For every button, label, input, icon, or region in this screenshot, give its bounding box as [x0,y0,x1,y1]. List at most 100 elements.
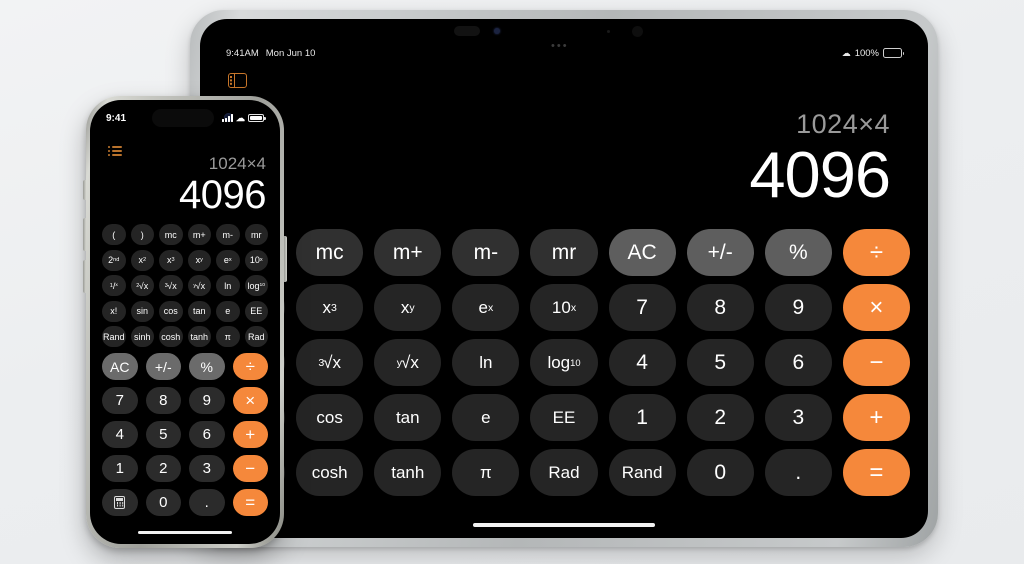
key-reciprocal[interactable]: 1/x [102,275,126,296]
key-square-root[interactable]: 2√x [130,275,154,296]
key-digit-4[interactable]: 4 [102,421,138,448]
action-button[interactable] [83,180,86,200]
key-ten-to-x[interactable]: 10 x [244,249,268,271]
key-cosine[interactable]: cos [296,394,364,441]
key-radian-toggle[interactable]: Rad [244,326,268,347]
sidebar-toggle-icon[interactable] [228,73,247,88]
key-digit-8[interactable]: 8 [686,284,754,331]
key-y-root[interactable]: y √x [187,275,211,296]
key-digit-3[interactable]: 3 [189,455,225,482]
key-all-clear[interactable]: AC [102,353,138,380]
key-euler-number[interactable]: e [452,394,520,441]
key-add[interactable]: + [842,394,910,441]
key-memory-clear[interactable]: mc [159,224,183,245]
power-button[interactable] [284,236,287,282]
key-exponent-entry[interactable]: EE [530,394,598,441]
key-cosine[interactable]: cos [159,300,183,322]
key-digit-9[interactable]: 9 [189,387,225,414]
key-divide[interactable]: ÷ [842,229,910,276]
key-memory-add[interactable]: m+ [187,224,211,245]
key-decimal-point[interactable]: . [764,449,832,496]
key-multiply[interactable]: × [232,387,268,414]
key-factorial[interactable]: x! [102,300,126,322]
key-digit-7[interactable]: 7 [102,387,138,414]
key-digit-0[interactable]: 0 [145,489,181,516]
key-ten-to-x[interactable]: 10 x [530,284,598,331]
key-cube-root[interactable]: 3 √x [296,339,364,386]
key-x-cubed[interactable]: x3 [159,249,183,271]
battery-full-icon [883,48,904,58]
key-digit-5[interactable]: 5 [145,421,181,448]
key-hyperbolic-tangent[interactable]: tanh [187,326,211,347]
key-subtract[interactable]: − [842,339,910,386]
key-hyperbolic-cosine[interactable]: cosh [159,326,183,347]
key-radian-toggle[interactable]: Rad [530,449,598,496]
volume-down-button[interactable] [83,260,86,293]
key-hyperbolic-cosine[interactable]: cosh [296,449,364,496]
key-natural-log[interactable]: ln [452,339,520,386]
key-paren-close[interactable]: ) [130,224,154,245]
key-x-to-y[interactable]: xy [374,284,442,331]
key-e-to-x[interactable]: ex [216,249,240,271]
key-x-cubed[interactable]: x3 [296,284,364,331]
volume-up-button[interactable] [83,218,86,251]
key-pi[interactable]: π [452,449,520,496]
key-decimal-point[interactable]: . [189,489,225,516]
key-tangent[interactable]: tan [187,300,211,322]
key-second-function[interactable]: 2nd [102,249,126,271]
key-random[interactable]: Rand [102,326,126,347]
key-exponent-entry[interactable]: EE [244,300,268,322]
key-sign-toggle[interactable]: +/- [686,229,754,276]
key-log-base-10[interactable]: log 10 [530,339,598,386]
key-digit-9[interactable]: 9 [764,284,832,331]
key-all-clear[interactable]: AC [608,229,676,276]
key-divide[interactable]: ÷ [232,353,268,380]
key-x-squared[interactable]: x2 [130,249,154,271]
key-y-root[interactable]: y √x [374,339,442,386]
key-log-base-10[interactable]: log 10 [244,275,268,296]
key-equals[interactable]: = [842,449,910,496]
key-mode-switch[interactable] [102,489,138,516]
key-natural-log[interactable]: ln [216,275,240,296]
key-e-to-x[interactable]: ex [452,284,520,331]
key-memory-subtract[interactable]: m- [452,229,520,276]
ipad-screen: ••• 9:41AM Mon Jun 10 ☁ 100% 1024×4 4096 [200,19,928,538]
key-add[interactable]: + [232,421,268,448]
key-hyperbolic-tangent[interactable]: tanh [374,449,442,496]
key-digit-1[interactable]: 1 [608,394,676,441]
key-equals[interactable]: = [232,489,268,516]
key-digit-7[interactable]: 7 [608,284,676,331]
key-cube-root[interactable]: 3 √x [159,275,183,296]
key-memory-recall[interactable]: mr [530,229,598,276]
key-digit-4[interactable]: 4 [608,339,676,386]
history-list-icon[interactable] [108,146,122,157]
key-digit-0[interactable]: 0 [686,449,754,496]
key-sign-toggle[interactable]: +/- [145,353,181,380]
key-digit-1[interactable]: 1 [102,455,138,482]
key-random[interactable]: Rand [608,449,676,496]
key-digit-5[interactable]: 5 [686,339,754,386]
key-euler-number[interactable]: e [216,300,240,322]
key-digit-2[interactable]: 2 [145,455,181,482]
key-hyperbolic-sine[interactable]: sinh [130,326,154,347]
home-indicator[interactable] [473,523,655,527]
key-memory-add[interactable]: m+ [374,229,442,276]
key-digit-6[interactable]: 6 [189,421,225,448]
key-sine[interactable]: sin [130,300,154,322]
key-pi[interactable]: π [216,326,240,347]
key-percent[interactable]: % [189,353,225,380]
key-digit-2[interactable]: 2 [686,394,754,441]
key-digit-6[interactable]: 6 [764,339,832,386]
key-x-to-y[interactable]: xy [187,249,211,271]
key-digit-8[interactable]: 8 [145,387,181,414]
key-memory-clear[interactable]: mc [296,229,364,276]
key-digit-3[interactable]: 3 [764,394,832,441]
key-paren-open[interactable]: ( [102,224,126,245]
home-indicator[interactable] [138,530,232,534]
key-memory-subtract[interactable]: m- [216,224,240,245]
key-percent[interactable]: % [764,229,832,276]
key-subtract[interactable]: − [232,455,268,482]
key-multiply[interactable]: × [842,284,910,331]
key-tangent[interactable]: tan [374,394,442,441]
key-memory-recall[interactable]: mr [244,224,268,245]
